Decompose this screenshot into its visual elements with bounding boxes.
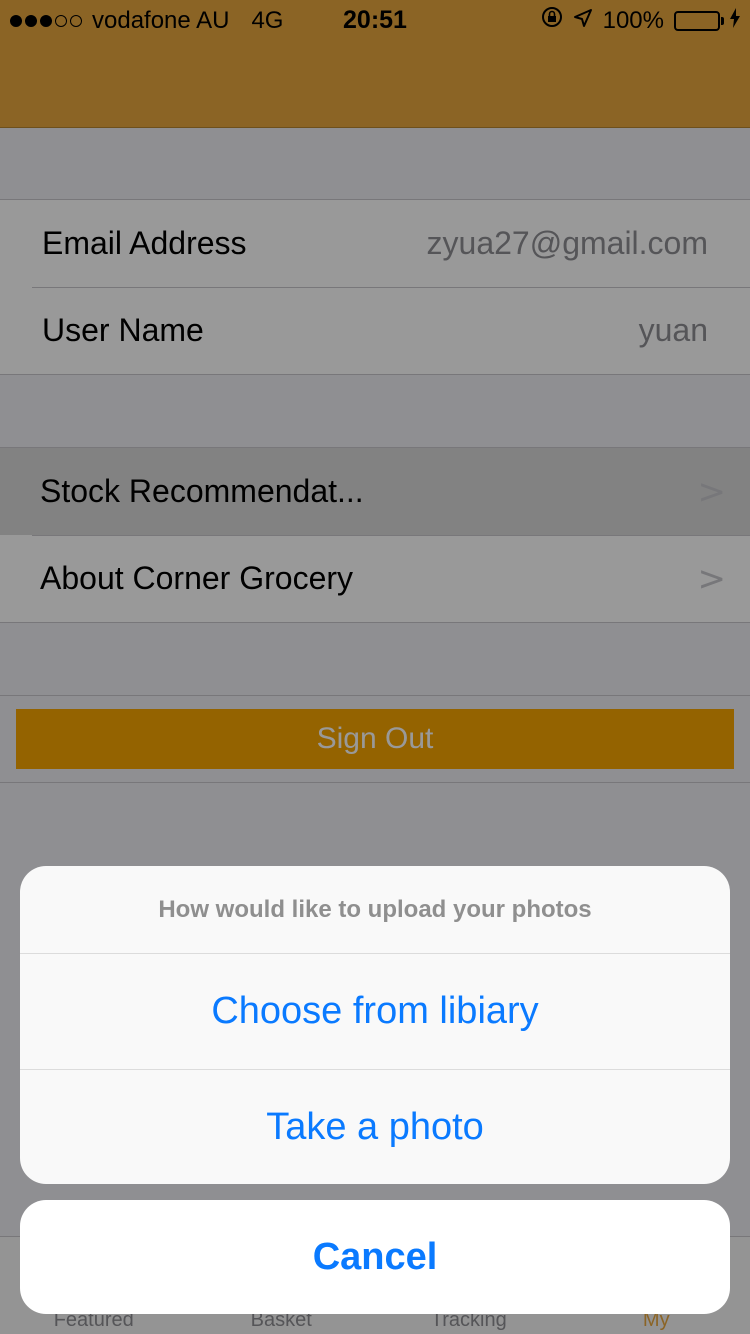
cancel-button[interactable]: Cancel [20,1200,730,1314]
action-sheet-title: How would like to upload your photos [20,866,730,954]
take-photo-button[interactable]: Take a photo [20,1069,730,1184]
choose-from-library-button[interactable]: Choose from libiary [20,954,730,1069]
action-sheet: How would like to upload your photos Cho… [20,866,730,1184]
